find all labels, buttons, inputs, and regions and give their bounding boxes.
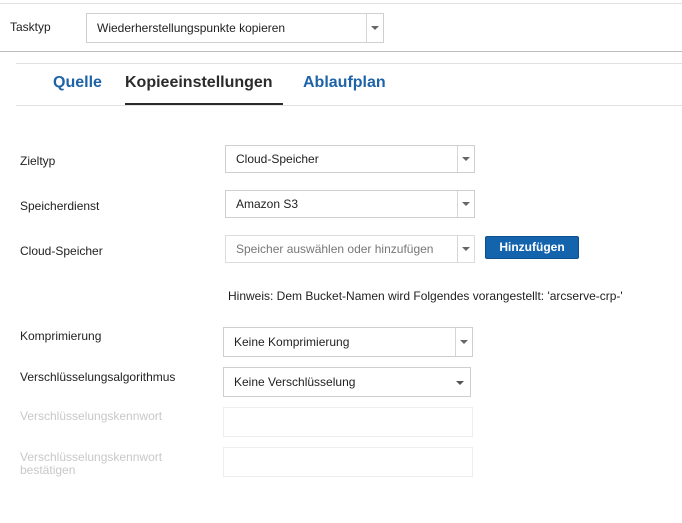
chevron-down-icon <box>460 340 468 344</box>
bucket-prefix-hint: Hinweis: Dem Bucket-Namen wird Folgendes… <box>228 289 623 303</box>
chevron-down-icon <box>462 247 470 251</box>
tab-kopieeinstellungen[interactable]: Kopieeinstellungen <box>125 74 273 92</box>
chevron-down-icon <box>462 202 470 206</box>
verschluesselung-select[interactable]: Keine Verschlüsselung <box>223 367 471 397</box>
tab-quelle[interactable]: Quelle <box>53 74 102 92</box>
top-border <box>0 3 682 4</box>
speicherdienst-select[interactable]: Amazon S3 <box>225 190 475 218</box>
tab-ablaufplan[interactable]: Ablaufplan <box>303 74 386 92</box>
chevron-down-icon <box>462 157 470 161</box>
zieltyp-value: Cloud-Speicher <box>236 152 319 166</box>
zieltyp-select[interactable]: Cloud-Speicher <box>225 145 475 173</box>
komprimierung-value: Keine Komprimierung <box>234 335 350 349</box>
komprimierung-dropdown-toggle[interactable] <box>455 328 472 356</box>
komprimierung-select[interactable]: Keine Komprimierung <box>223 327 473 357</box>
kennwort-bestaetigen-label-line2: bestätigen <box>20 463 76 477</box>
verschluesselung-value: Keine Verschlüsselung <box>234 375 356 389</box>
cloud-speicher-label: Cloud-Speicher <box>20 244 103 258</box>
cloud-speicher-placeholder: Speicher auswählen oder hinzufügen <box>236 242 434 256</box>
cloud-speicher-dropdown-toggle[interactable] <box>457 236 474 262</box>
speicherdienst-label: Speicherdienst <box>20 199 100 213</box>
task-type-dropdown-toggle[interactable] <box>366 14 383 42</box>
kennwort-label: Verschlüsselungskennwort <box>20 409 163 423</box>
tabs-panel-top-border <box>16 63 682 64</box>
cloud-speicher-select[interactable]: Speicher auswählen oder hinzufügen <box>225 235 475 263</box>
tabs-bottom-border <box>16 105 682 106</box>
chevron-down-icon <box>371 26 379 30</box>
kennwort-input <box>223 407 473 437</box>
task-type-value: Wiederherstellungspunkte kopieren <box>97 21 286 35</box>
kennwort-bestaetigen-input <box>223 447 473 477</box>
zieltyp-dropdown-toggle[interactable] <box>457 146 474 172</box>
add-storage-button[interactable]: Hinzufügen <box>485 236 579 259</box>
task-type-select[interactable]: Wiederherstellungspunkte kopieren <box>86 13 384 43</box>
task-separator <box>0 51 682 52</box>
chevron-down-icon[interactable] <box>456 381 464 385</box>
zieltyp-label: Zieltyp <box>20 154 56 168</box>
speicherdienst-dropdown-toggle[interactable] <box>457 191 474 217</box>
task-type-label: Tasktyp <box>10 20 51 34</box>
komprimierung-label: Komprimierung <box>20 329 102 343</box>
speicherdienst-value: Amazon S3 <box>236 197 299 211</box>
verschluesselung-label: Verschlüsselungsalgorithmus <box>20 370 176 384</box>
